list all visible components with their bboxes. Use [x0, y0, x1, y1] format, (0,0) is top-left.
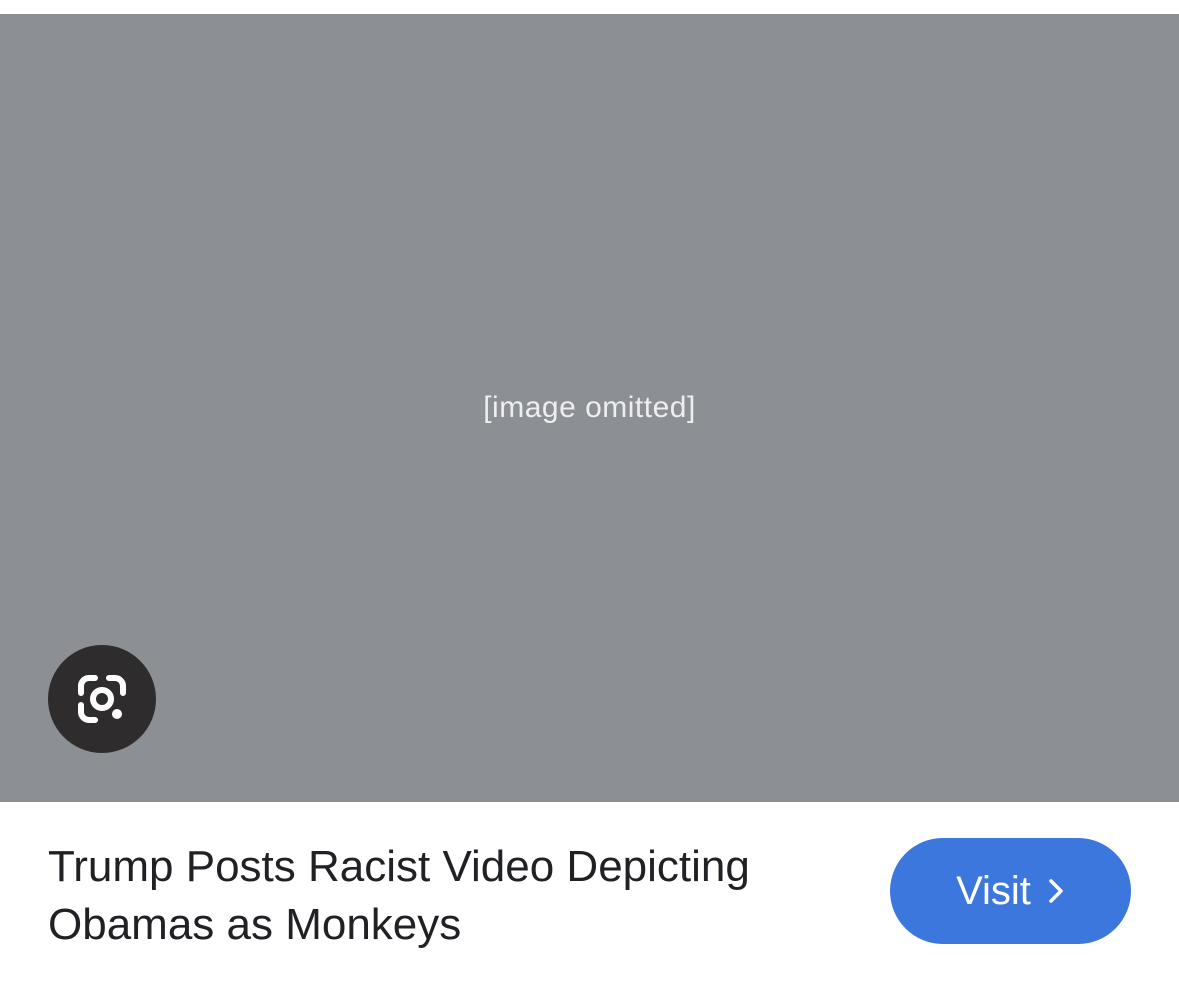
google-lens-icon	[78, 675, 126, 723]
image-result-card: [image omitted] Trump Posts Racist Video…	[0, 0, 1179, 986]
result-title[interactable]: Trump Posts Racist Video Depicting Obama…	[48, 838, 828, 954]
image-placeholder-label: [image omitted]	[483, 391, 696, 424]
visit-button[interactable]: Visit	[890, 838, 1131, 944]
chevron-right-icon	[1047, 878, 1065, 904]
google-lens-button[interactable]	[48, 645, 156, 753]
visit-button-label: Visit	[956, 868, 1031, 913]
image-placeholder: [image omitted]	[0, 14, 1179, 802]
